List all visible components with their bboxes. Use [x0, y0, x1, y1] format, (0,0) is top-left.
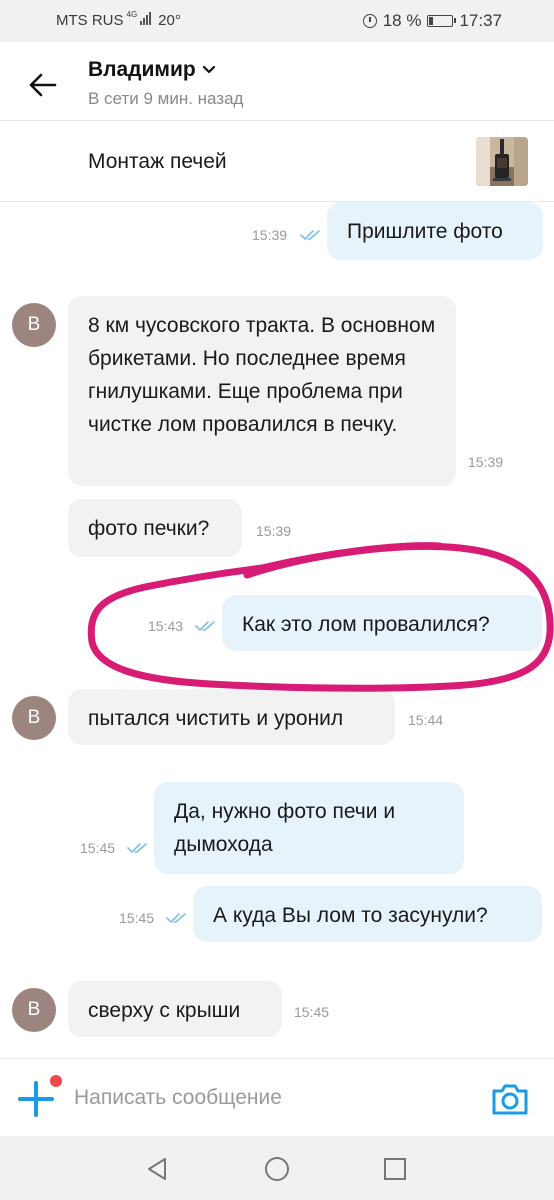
- circle-home-icon[interactable]: [264, 1156, 290, 1182]
- message-time: 15:45: [294, 1004, 330, 1020]
- network-type: 4G: [126, 10, 138, 19]
- back-button[interactable]: [28, 72, 58, 98]
- presence-status: В сети 9 мин. назад: [88, 89, 244, 108]
- status-bar: MTS RUS 4G 20° 18 % 17:37: [0, 0, 554, 42]
- chat-header: Владимир В сети 9 мин. назад: [0, 42, 554, 121]
- double-check-icon: [127, 843, 147, 853]
- message-time: 15:45: [119, 910, 155, 926]
- message-bubble-outgoing[interactable]: Да, нужно фото печи и дымохода: [154, 782, 464, 874]
- status-left: MTS RUS 4G 20°: [56, 10, 181, 29]
- message-bubble-incoming[interactable]: пытался чистить и уронил: [68, 689, 395, 745]
- message-text: Как это лом провалился?: [242, 613, 490, 636]
- temperature: 20°: [158, 12, 181, 29]
- camera-icon: [492, 1084, 528, 1115]
- message-text: фото печки?: [88, 517, 210, 540]
- battery-percent: 18 %: [382, 11, 422, 30]
- message-time: 15:39: [256, 523, 292, 539]
- message-bubble-outgoing[interactable]: Как это лом провалился?: [222, 595, 542, 651]
- camera-button[interactable]: [490, 1081, 530, 1117]
- message-time: 15:39: [252, 227, 288, 243]
- message-text: Пришлите фото: [347, 220, 503, 243]
- alarm-icon: [362, 14, 377, 28]
- notification-dot: [50, 1075, 62, 1087]
- triangle-back-icon[interactable]: [145, 1156, 171, 1182]
- listing-title: Монтаж печей: [88, 150, 227, 173]
- message-bubble-incoming[interactable]: сверху с крыши: [68, 981, 282, 1037]
- message-composer: [0, 1058, 554, 1137]
- stove-photo: [476, 137, 528, 186]
- arrow-left-icon: [29, 73, 57, 97]
- contact-name-dropdown[interactable]: Владимир: [88, 58, 216, 82]
- listing-bar[interactable]: Монтаж печей: [0, 121, 554, 202]
- message-text: сверху с крыши: [88, 999, 241, 1022]
- message-bubble-outgoing[interactable]: Пришлите фото: [327, 202, 543, 260]
- listing-thumbnail[interactable]: [476, 137, 528, 186]
- clock: 17:37: [459, 11, 502, 30]
- message-time: 15:43: [148, 618, 184, 634]
- double-check-icon: [166, 913, 186, 923]
- battery-icon: [427, 15, 457, 27]
- carrier-name: MTS RUS: [56, 12, 124, 29]
- message-bubble-incoming[interactable]: 8 км чусовского тракта. В основном брике…: [68, 296, 456, 486]
- message-text: 8 км чусовского тракта. В основном брике…: [88, 314, 436, 436]
- message-list[interactable]: 15:39 Пришлите фото В 8 км чусовского тр…: [0, 202, 554, 1058]
- message-time: 15:45: [80, 840, 116, 856]
- message-input[interactable]: [74, 1083, 464, 1113]
- message-time: 15:44: [408, 712, 444, 728]
- message-text: Да, нужно фото печи и дымохода: [174, 800, 396, 856]
- contact-name: Владимир: [88, 58, 196, 81]
- status-right: 18 % 17:37: [362, 11, 502, 31]
- message-text: пытался чистить и уронил: [88, 707, 344, 730]
- avatar[interactable]: В: [12, 303, 56, 347]
- signal-icon: [140, 12, 152, 25]
- plus-icon: [18, 1081, 54, 1117]
- message-bubble-outgoing[interactable]: А куда Вы лом то засунули?: [193, 886, 542, 942]
- avatar[interactable]: В: [12, 988, 56, 1032]
- chevron-down-icon: [202, 65, 215, 74]
- avatar[interactable]: В: [12, 696, 56, 740]
- battery-fill: [429, 17, 434, 25]
- message-bubble-incoming[interactable]: фото печки?: [68, 499, 242, 557]
- message-text: А куда Вы лом то засунули?: [213, 904, 488, 927]
- attach-button[interactable]: [16, 1079, 56, 1119]
- double-check-icon: [195, 621, 215, 631]
- message-time: 15:39: [468, 454, 504, 470]
- double-check-icon: [300, 230, 320, 240]
- square-recents-icon[interactable]: [382, 1156, 408, 1182]
- system-nav-bar: [0, 1136, 554, 1200]
